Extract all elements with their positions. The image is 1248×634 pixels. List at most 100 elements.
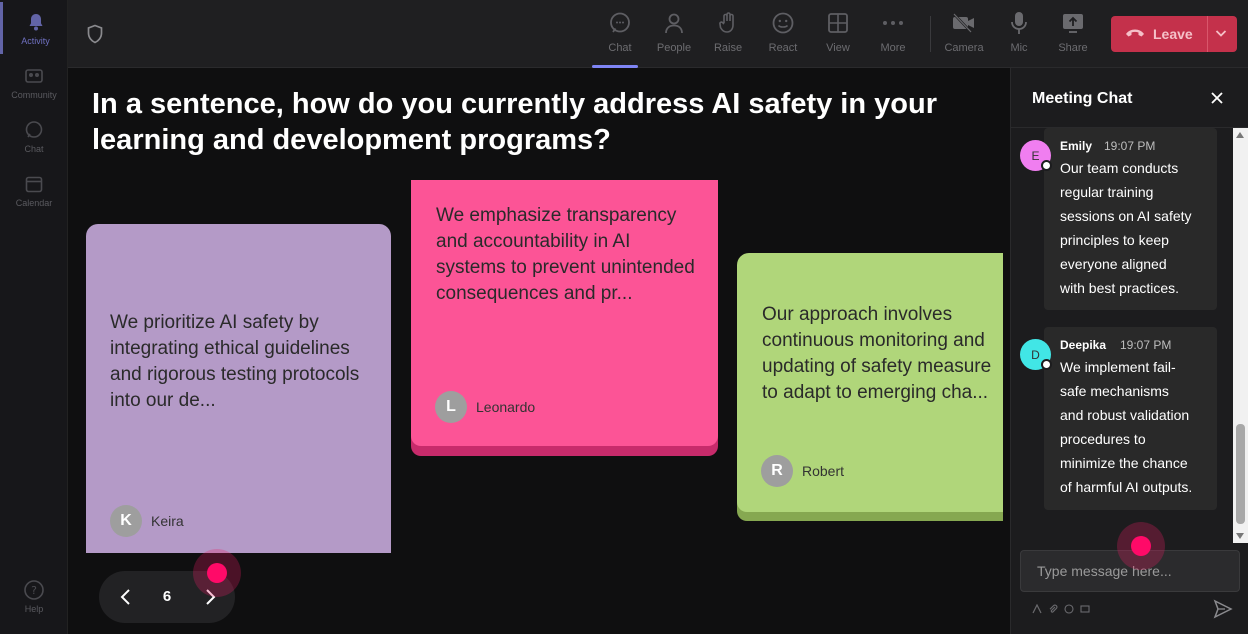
author-name: Keira: [151, 513, 184, 529]
more-icon: [880, 10, 906, 36]
chat-message: Deepika 19:07 PM We implement fail- safe…: [1044, 327, 1217, 510]
community-icon: [23, 65, 45, 87]
rail-item-calendar[interactable]: Calendar: [0, 164, 68, 216]
avatar: R: [761, 455, 793, 487]
more-button[interactable]: More: [869, 10, 917, 60]
share-button[interactable]: Share: [1049, 10, 1097, 60]
toolbar-divider: [930, 16, 931, 52]
message-text: Our team conducts regular training sessi…: [1060, 156, 1210, 300]
camera-button[interactable]: Camera: [940, 10, 988, 60]
scroll-down-arrow-icon[interactable]: [1236, 533, 1244, 539]
rail-item-label: Calendar: [15, 197, 53, 208]
note-text: We prioritize AI safety by integrating e…: [110, 312, 360, 411]
hang-up-icon: [1125, 25, 1145, 43]
attach-icon[interactable]: [1047, 603, 1058, 614]
people-icon: [661, 10, 687, 36]
leave-split-divider: [1207, 16, 1208, 52]
gif-icon[interactable]: [1079, 603, 1090, 614]
rail-item-community[interactable]: Community: [0, 56, 68, 108]
chat-icon: [607, 10, 633, 36]
mic-icon: [1006, 10, 1032, 36]
mic-button-label: Mic: [1010, 42, 1028, 54]
message-line: procedures to: [1060, 431, 1146, 447]
question-title: In a sentence, how do you currently addr…: [92, 88, 937, 156]
chat-button-label: Chat: [608, 42, 632, 54]
note-text-line: Our approach involves: [762, 304, 953, 325]
share-button-label: Share: [1058, 42, 1088, 54]
pointer-indicator: [193, 549, 241, 597]
shield-icon: [86, 24, 104, 49]
pointer-indicator: [1117, 522, 1165, 570]
presence-dot: [1041, 160, 1052, 171]
format-text-icon[interactable]: [1031, 603, 1042, 614]
avatar-initial: E: [1031, 148, 1040, 163]
scroll-up-arrow-icon[interactable]: [1236, 132, 1244, 138]
message-line: Our team conducts: [1060, 160, 1179, 176]
note-text-line: to adapt to emerging cha...: [762, 382, 989, 403]
camera-button-label: Camera: [944, 42, 984, 54]
message-line: We implement fail-: [1060, 359, 1176, 375]
response-note[interactable]: We prioritize AI safety by integrating e…: [86, 224, 391, 553]
message-line: and robust validation: [1060, 407, 1190, 423]
raise-hand-button[interactable]: Raise: [704, 10, 752, 60]
message-sender: Deepika: [1060, 338, 1107, 352]
rail-item-label: Help: [24, 603, 44, 614]
view-button[interactable]: View: [814, 10, 862, 60]
people-button-label: People: [656, 42, 692, 54]
app-rail: Activity Community Chat Calendar ? Help: [0, 0, 68, 634]
response-note[interactable]: Our approach involves continuous monitor…: [737, 253, 1003, 512]
react-button-label: React: [768, 42, 798, 54]
send-icon[interactable]: [1213, 599, 1233, 624]
view-button-label: View: [826, 42, 850, 54]
note-text: Our approach involves continuous monitor…: [762, 302, 1003, 406]
message-line: safe mechanisms: [1060, 383, 1169, 399]
chat-button[interactable]: Chat: [592, 10, 644, 68]
meeting-chat-panel: Meeting Chat Emily 19:07 PM Our team con…: [1010, 68, 1248, 634]
chevron-down-icon[interactable]: [1214, 26, 1228, 45]
mic-button[interactable]: Mic: [995, 10, 1043, 60]
more-button-label: More: [880, 42, 906, 54]
message-time: 19:07 PM: [1104, 139, 1156, 153]
response-note[interactable]: We emphasize transparency and accountabi…: [411, 180, 718, 446]
chat-icon: [23, 119, 45, 141]
presence-dot: [1041, 359, 1052, 370]
message-line: minimize the chance: [1060, 455, 1188, 471]
message-line: regular training: [1060, 184, 1154, 200]
previous-page-button[interactable]: [117, 587, 135, 612]
help-icon: ?: [23, 579, 45, 601]
rail-item-chat[interactable]: Chat: [0, 110, 68, 162]
people-button[interactable]: People: [650, 10, 698, 60]
rail-item-activity[interactable]: Activity: [0, 2, 68, 54]
avatar: K: [110, 505, 142, 537]
share-screen-icon: [1060, 10, 1086, 36]
emoji-icon[interactable]: [1063, 603, 1074, 614]
bell-icon: [25, 11, 47, 33]
message-line: everyone aligned: [1060, 256, 1167, 272]
message-line: principles to keep: [1060, 232, 1169, 248]
note-text-line: updating of safety measure: [762, 356, 992, 377]
chat-message: Emily 19:07 PM Our team conducts regular…: [1044, 128, 1217, 310]
scrollbar-thumb[interactable]: [1236, 424, 1245, 524]
message-line: of harmful AI outputs.: [1060, 479, 1193, 495]
avatar: D: [1020, 339, 1052, 370]
meeting-toolbar: Chat People Raise React View More Camera…: [68, 0, 1248, 68]
author-name: Leonardo: [476, 399, 536, 415]
note-author: K Keira: [110, 505, 184, 537]
calendar-icon: [23, 173, 45, 195]
rail-item-label: Activity: [21, 35, 50, 46]
message-time: 19:07 PM: [1120, 338, 1172, 352]
avatar: E: [1020, 140, 1052, 171]
chat-panel-title: Meeting Chat: [1032, 90, 1133, 107]
close-icon[interactable]: [1210, 91, 1224, 110]
chat-scrollbar[interactable]: [1233, 128, 1248, 543]
note-author: R Robert: [761, 455, 844, 487]
compose-options: [1031, 603, 1090, 614]
message-line: sessions on AI safety: [1060, 208, 1192, 224]
note-author: L Leonardo: [435, 391, 535, 423]
react-button[interactable]: React: [759, 10, 807, 60]
avatar: L: [435, 391, 467, 423]
rail-item-help[interactable]: ? Help: [0, 570, 68, 622]
react-icon: [770, 10, 796, 36]
page-number: 6: [162, 588, 172, 605]
leave-button[interactable]: Leave: [1111, 16, 1237, 52]
